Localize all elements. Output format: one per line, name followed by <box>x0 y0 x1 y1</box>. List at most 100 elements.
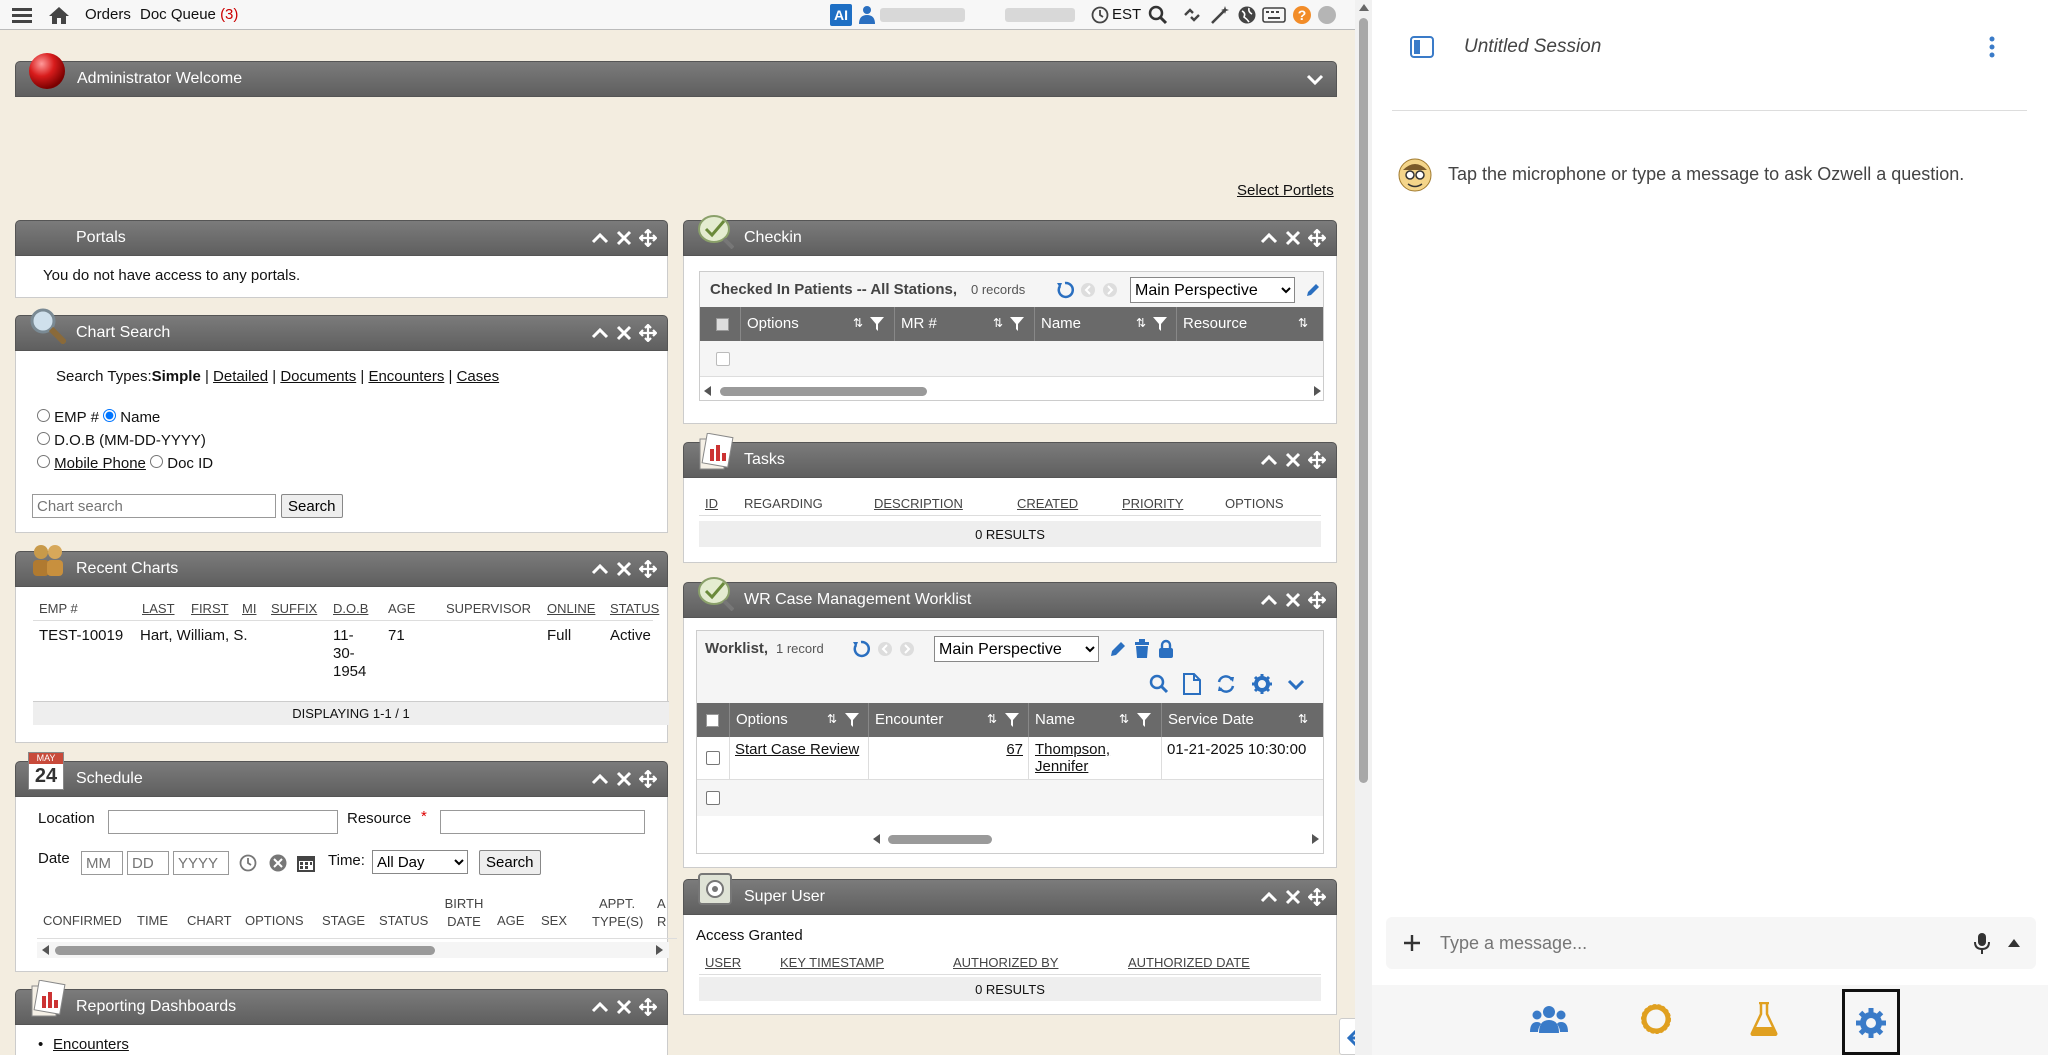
document-icon[interactable] <box>1183 673 1201 695</box>
filter-icon[interactable] <box>1153 317 1167 331</box>
scroll-thumb[interactable] <box>720 387 927 396</box>
search-type-documents[interactable]: Documents <box>280 368 356 385</box>
add-attachment-icon[interactable] <box>1403 934 1421 952</box>
row-checkbox[interactable] <box>716 352 730 366</box>
scroll-up-icon[interactable] <box>1359 4 1369 11</box>
ring-icon[interactable] <box>1640 1003 1672 1035</box>
col-name[interactable]: Name <box>1035 711 1075 728</box>
chevron-down-icon[interactable] <box>1287 678 1305 692</box>
sort-icon[interactable]: ⇅ <box>827 712 837 726</box>
select-portlets-link[interactable]: Select Portlets <box>1237 182 1334 199</box>
col-suffix[interactable]: SUFFIX <box>271 601 317 616</box>
col-mr[interactable]: MR # <box>901 315 937 332</box>
close-icon[interactable] <box>1284 888 1302 906</box>
search-icon[interactable] <box>1149 674 1169 694</box>
close-icon[interactable] <box>615 560 633 578</box>
help-icon[interactable]: ? <box>1293 6 1311 24</box>
move-icon[interactable] <box>1308 888 1326 906</box>
gear-icon[interactable] <box>1252 674 1272 694</box>
col-mi[interactable]: MI <box>242 601 256 616</box>
date-month-input[interactable] <box>81 851 123 875</box>
flask-icon[interactable] <box>1750 1002 1778 1036</box>
more-options-icon[interactable] <box>1988 36 1996 58</box>
table-row[interactable]: Start Case Review 67 Thompson, Jennifer 0… <box>697 737 1323 780</box>
move-icon[interactable] <box>1308 451 1326 469</box>
sort-icon[interactable]: ⇅ <box>1136 316 1146 330</box>
link-icon[interactable] <box>1182 5 1202 25</box>
date-year-input[interactable] <box>173 851 229 875</box>
refresh-icon[interactable] <box>852 640 870 658</box>
caret-up-icon[interactable] <box>2008 939 2020 947</box>
sort-icon[interactable]: ⇅ <box>1119 712 1129 726</box>
scroll-left-icon[interactable] <box>704 386 711 396</box>
search-type-detailed[interactable]: Detailed <box>213 368 268 385</box>
ai-badge[interactable]: AI <box>830 4 852 26</box>
collapse-up-icon[interactable] <box>1260 229 1278 247</box>
col-options[interactable]: Options <box>747 315 799 332</box>
magic-wand-icon[interactable] <box>1210 5 1230 25</box>
col-description[interactable]: DESCRIPTION <box>874 496 963 511</box>
move-icon[interactable] <box>639 998 657 1016</box>
clear-icon[interactable] <box>269 854 287 872</box>
previous-page-icon[interactable] <box>877 641 893 657</box>
checkin-horizontal-scrollbar[interactable] <box>700 383 1323 399</box>
calendar-icon[interactable] <box>296 853 316 873</box>
message-input[interactable] <box>1440 927 1940 959</box>
users-icon[interactable] <box>1530 1004 1568 1034</box>
col-dob[interactable]: D.O.B <box>333 601 368 616</box>
collapse-up-icon[interactable] <box>591 324 609 342</box>
collapse-up-icon[interactable] <box>1260 888 1278 906</box>
move-icon[interactable] <box>639 560 657 578</box>
filter-icon[interactable] <box>870 317 884 331</box>
scroll-left-icon[interactable] <box>873 834 880 844</box>
sort-icon[interactable]: ⇅ <box>1298 712 1308 726</box>
trash-icon[interactable] <box>1133 639 1151 659</box>
collapse-up-icon[interactable] <box>591 229 609 247</box>
filter-icon[interactable] <box>1005 713 1019 727</box>
collapse-sidebar-button[interactable] <box>1339 1018 1355 1055</box>
col-name[interactable]: Name <box>1041 315 1081 332</box>
row-checkbox[interactable] <box>706 751 720 765</box>
col-authorized-by[interactable]: AUTHORIZED BY <box>953 955 1058 970</box>
hamburger-menu-icon[interactable] <box>12 6 32 24</box>
close-icon[interactable] <box>1284 229 1302 247</box>
filter-icon[interactable] <box>1010 317 1024 331</box>
collapse-up-icon[interactable] <box>591 770 609 788</box>
orders-link[interactable]: Orders <box>85 6 131 23</box>
close-icon[interactable] <box>615 770 633 788</box>
encounter-link[interactable]: 67 <box>869 741 1023 758</box>
col-id[interactable]: ID <box>705 496 718 511</box>
chevron-down-icon[interactable] <box>1306 70 1324 93</box>
reporting-encounters-link[interactable]: Encounters <box>53 1036 129 1053</box>
search-type-encounters[interactable]: Encounters <box>368 368 444 385</box>
patient-name-link[interactable]: Thompson, Jennifer <box>1035 741 1110 775</box>
move-icon[interactable] <box>639 324 657 342</box>
col-created[interactable]: CREATED <box>1017 496 1078 511</box>
user-icon[interactable] <box>859 5 875 25</box>
date-day-input[interactable] <box>127 851 169 875</box>
col-first[interactable]: FIRST <box>191 601 229 616</box>
checkin-perspective-select[interactable]: Main Perspective <box>1130 277 1295 303</box>
close-icon[interactable] <box>615 324 633 342</box>
col-resource[interactable]: Resource <box>1183 315 1247 332</box>
chart-search-input[interactable] <box>32 494 276 518</box>
col-options[interactable]: Options <box>736 711 788 728</box>
doc-queue-link[interactable]: Doc Queue (3) <box>140 6 238 23</box>
sort-icon[interactable]: ⇅ <box>853 316 863 330</box>
col-user[interactable]: USER <box>705 955 741 970</box>
scroll-right-icon[interactable] <box>1314 386 1321 396</box>
search-icon[interactable] <box>1148 5 1168 25</box>
scroll-left-icon[interactable] <box>42 945 49 955</box>
sort-icon[interactable]: ⇅ <box>1298 316 1308 330</box>
search-type-cases[interactable]: Cases <box>457 368 500 385</box>
lock-icon[interactable] <box>1158 639 1174 659</box>
close-icon[interactable] <box>1284 451 1302 469</box>
edit-pencil-icon[interactable] <box>1109 640 1127 658</box>
col-last[interactable]: LAST <box>142 601 175 616</box>
worklist-horizontal-scrollbar[interactable] <box>697 831 1323 847</box>
move-icon[interactable] <box>1308 229 1326 247</box>
chart-search-button[interactable]: Search <box>281 494 343 518</box>
schedule-horizontal-scrollbar[interactable] <box>37 942 669 958</box>
session-title[interactable]: Untitled Session <box>1464 36 1601 58</box>
home-icon[interactable] <box>48 5 70 25</box>
